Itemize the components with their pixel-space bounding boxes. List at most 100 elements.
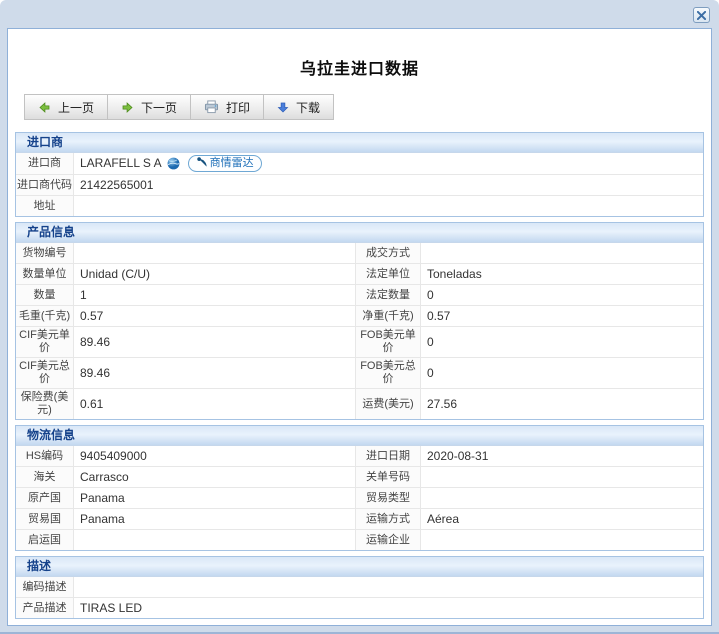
prev-page-button[interactable]: 上一页 bbox=[24, 94, 108, 120]
section-title: 描述 bbox=[16, 557, 703, 577]
field-value: 0 bbox=[421, 358, 703, 388]
field-label-text: 贸易类型 bbox=[366, 492, 410, 505]
field-value-text: 0 bbox=[427, 335, 434, 350]
field-label: 进口日期 bbox=[355, 446, 421, 466]
field-value-text: Unidad (C/U) bbox=[80, 267, 150, 282]
field-label-text: 法定数量 bbox=[366, 289, 410, 302]
close-button[interactable] bbox=[693, 7, 710, 23]
field-value-text: 0.61 bbox=[80, 397, 103, 412]
field-label-text: 保险费(美元) bbox=[17, 391, 72, 417]
table-row: 编码描述 bbox=[16, 577, 703, 597]
field-label: 法定数量 bbox=[355, 285, 421, 305]
table-row: 原产国 Panama 贸易类型 bbox=[16, 487, 703, 508]
table-row: 数量 1 法定数量 0 bbox=[16, 284, 703, 305]
section-title: 物流信息 bbox=[16, 426, 703, 446]
field-value bbox=[74, 243, 355, 263]
field-label: 运输方式 bbox=[355, 509, 421, 529]
table-row: HS编码9405409000进口日期2020-08-31 bbox=[16, 446, 703, 466]
field-label: 贸易类型 bbox=[355, 488, 421, 508]
field-value: 0.57 bbox=[74, 306, 355, 326]
field-label: 编码描述 bbox=[16, 577, 74, 597]
field-label: 海关 bbox=[16, 467, 74, 487]
field-value bbox=[74, 530, 355, 550]
field-value: 89.46 bbox=[74, 327, 355, 357]
detail-sections: 进口商进口商LARAFELL S A商情雷达进口商代码21422565001地址… bbox=[15, 132, 704, 619]
field-label: 运输企业 bbox=[355, 530, 421, 550]
field-value: Toneladas bbox=[421, 264, 703, 284]
field-label: 净重(千克) bbox=[355, 306, 421, 326]
field-label: FOB美元单价 bbox=[355, 327, 421, 357]
field-value: TIRAS LED bbox=[74, 598, 703, 618]
field-value bbox=[421, 488, 703, 508]
section-importer: 进口商进口商LARAFELL S A商情雷达进口商代码21422565001地址 bbox=[15, 132, 704, 217]
globe-icon[interactable] bbox=[167, 157, 180, 170]
field-label-text: 进口商 bbox=[28, 157, 61, 170]
table-row: CIF美元单价89.46FOB美元单价0 bbox=[16, 326, 703, 357]
field-label-text: 关单号码 bbox=[366, 471, 410, 484]
field-label: 数量单位 bbox=[16, 264, 74, 284]
field-value: 0 bbox=[421, 285, 703, 305]
field-label: 数量 bbox=[16, 285, 74, 305]
field-value-text: 0 bbox=[427, 288, 434, 303]
table-row: 进口商代码 21422565001 bbox=[16, 174, 703, 195]
field-value-text: LARAFELL S A bbox=[80, 156, 162, 171]
page-title: 乌拉圭进口数据 bbox=[8, 29, 711, 79]
field-value: 89.46 bbox=[74, 358, 355, 388]
field-label-text: 进口日期 bbox=[366, 450, 410, 463]
table-row: 贸易国Panama运输方式Aérea bbox=[16, 508, 703, 529]
download-button[interactable]: 下载 bbox=[263, 94, 334, 120]
field-label-text: 成交方式 bbox=[366, 247, 410, 260]
field-value: 21422565001 bbox=[74, 175, 703, 195]
field-value bbox=[421, 243, 703, 263]
field-value bbox=[74, 196, 703, 216]
field-label-text: 原产国 bbox=[28, 492, 61, 505]
shangqing-radar-badge[interactable]: 商情雷达 bbox=[188, 155, 262, 172]
table-row: 数量单位 Unidad (C/U) 法定单位Toneladas bbox=[16, 263, 703, 284]
field-value: Aérea bbox=[421, 509, 703, 529]
field-value-text: Panama bbox=[80, 491, 125, 506]
field-value-text: 89.46 bbox=[80, 366, 110, 381]
table-row: CIF美元总价 89.46 FOB美元总价 0 bbox=[16, 357, 703, 388]
close-icon bbox=[697, 11, 706, 20]
field-value: Panama bbox=[74, 509, 355, 529]
field-label: 保险费(美元) bbox=[16, 389, 74, 419]
field-label-text: 货物编号 bbox=[23, 247, 67, 260]
arrow-left-icon bbox=[38, 101, 51, 114]
table-row: 启运国 运输企业 bbox=[16, 529, 703, 550]
field-value bbox=[421, 467, 703, 487]
field-label: 原产国 bbox=[16, 488, 74, 508]
section-title: 产品信息 bbox=[16, 223, 703, 243]
field-value: 9405409000 bbox=[74, 446, 355, 466]
field-label: 法定单位 bbox=[355, 264, 421, 284]
table-row: 保险费(美元)0.61运费(美元)27.56 bbox=[16, 388, 703, 419]
field-label-text: FOB美元总价 bbox=[357, 360, 419, 386]
field-value-text: Panama bbox=[80, 512, 125, 527]
printer-icon bbox=[204, 100, 219, 114]
field-label-text: 启运国 bbox=[28, 534, 61, 547]
field-value-text: 2020-08-31 bbox=[427, 449, 488, 464]
field-label: 货物编号 bbox=[16, 243, 74, 263]
next-page-button[interactable]: 下一页 bbox=[107, 94, 191, 120]
field-label-text: 编码描述 bbox=[23, 581, 67, 594]
field-label: 成交方式 bbox=[355, 243, 421, 263]
print-label: 打印 bbox=[226, 99, 250, 116]
field-label: 进口商代码 bbox=[16, 175, 74, 195]
field-label: FOB美元总价 bbox=[355, 358, 421, 388]
field-label: 毛重(千克) bbox=[16, 306, 74, 326]
table-row: 海关Carrasco关单号码 bbox=[16, 466, 703, 487]
field-value-text: 9405409000 bbox=[80, 449, 147, 464]
field-label-text: 净重(千克) bbox=[362, 310, 413, 323]
field-label-text: 海关 bbox=[34, 471, 56, 484]
field-value: Panama bbox=[74, 488, 355, 508]
field-value-text: 0.57 bbox=[80, 309, 103, 324]
table-row: 进口商 LARAFELL S A 商情雷达 bbox=[16, 153, 703, 174]
field-value-text: 21422565001 bbox=[80, 178, 153, 193]
dialog-panel: 乌拉圭进口数据 上一页 下一页 打印 下载 进口商进口商 LARAFELL S A… bbox=[7, 28, 712, 626]
table-row: 毛重(千克)0.57净重(千克)0.57 bbox=[16, 305, 703, 326]
field-value-text: 1 bbox=[80, 288, 87, 303]
field-value-text: TIRAS LED bbox=[80, 601, 142, 616]
print-button[interactable]: 打印 bbox=[190, 94, 264, 120]
field-value-text: 0 bbox=[427, 366, 434, 381]
field-value-text: Aérea bbox=[427, 512, 459, 527]
field-label-text: CIF美元总价 bbox=[17, 360, 72, 386]
